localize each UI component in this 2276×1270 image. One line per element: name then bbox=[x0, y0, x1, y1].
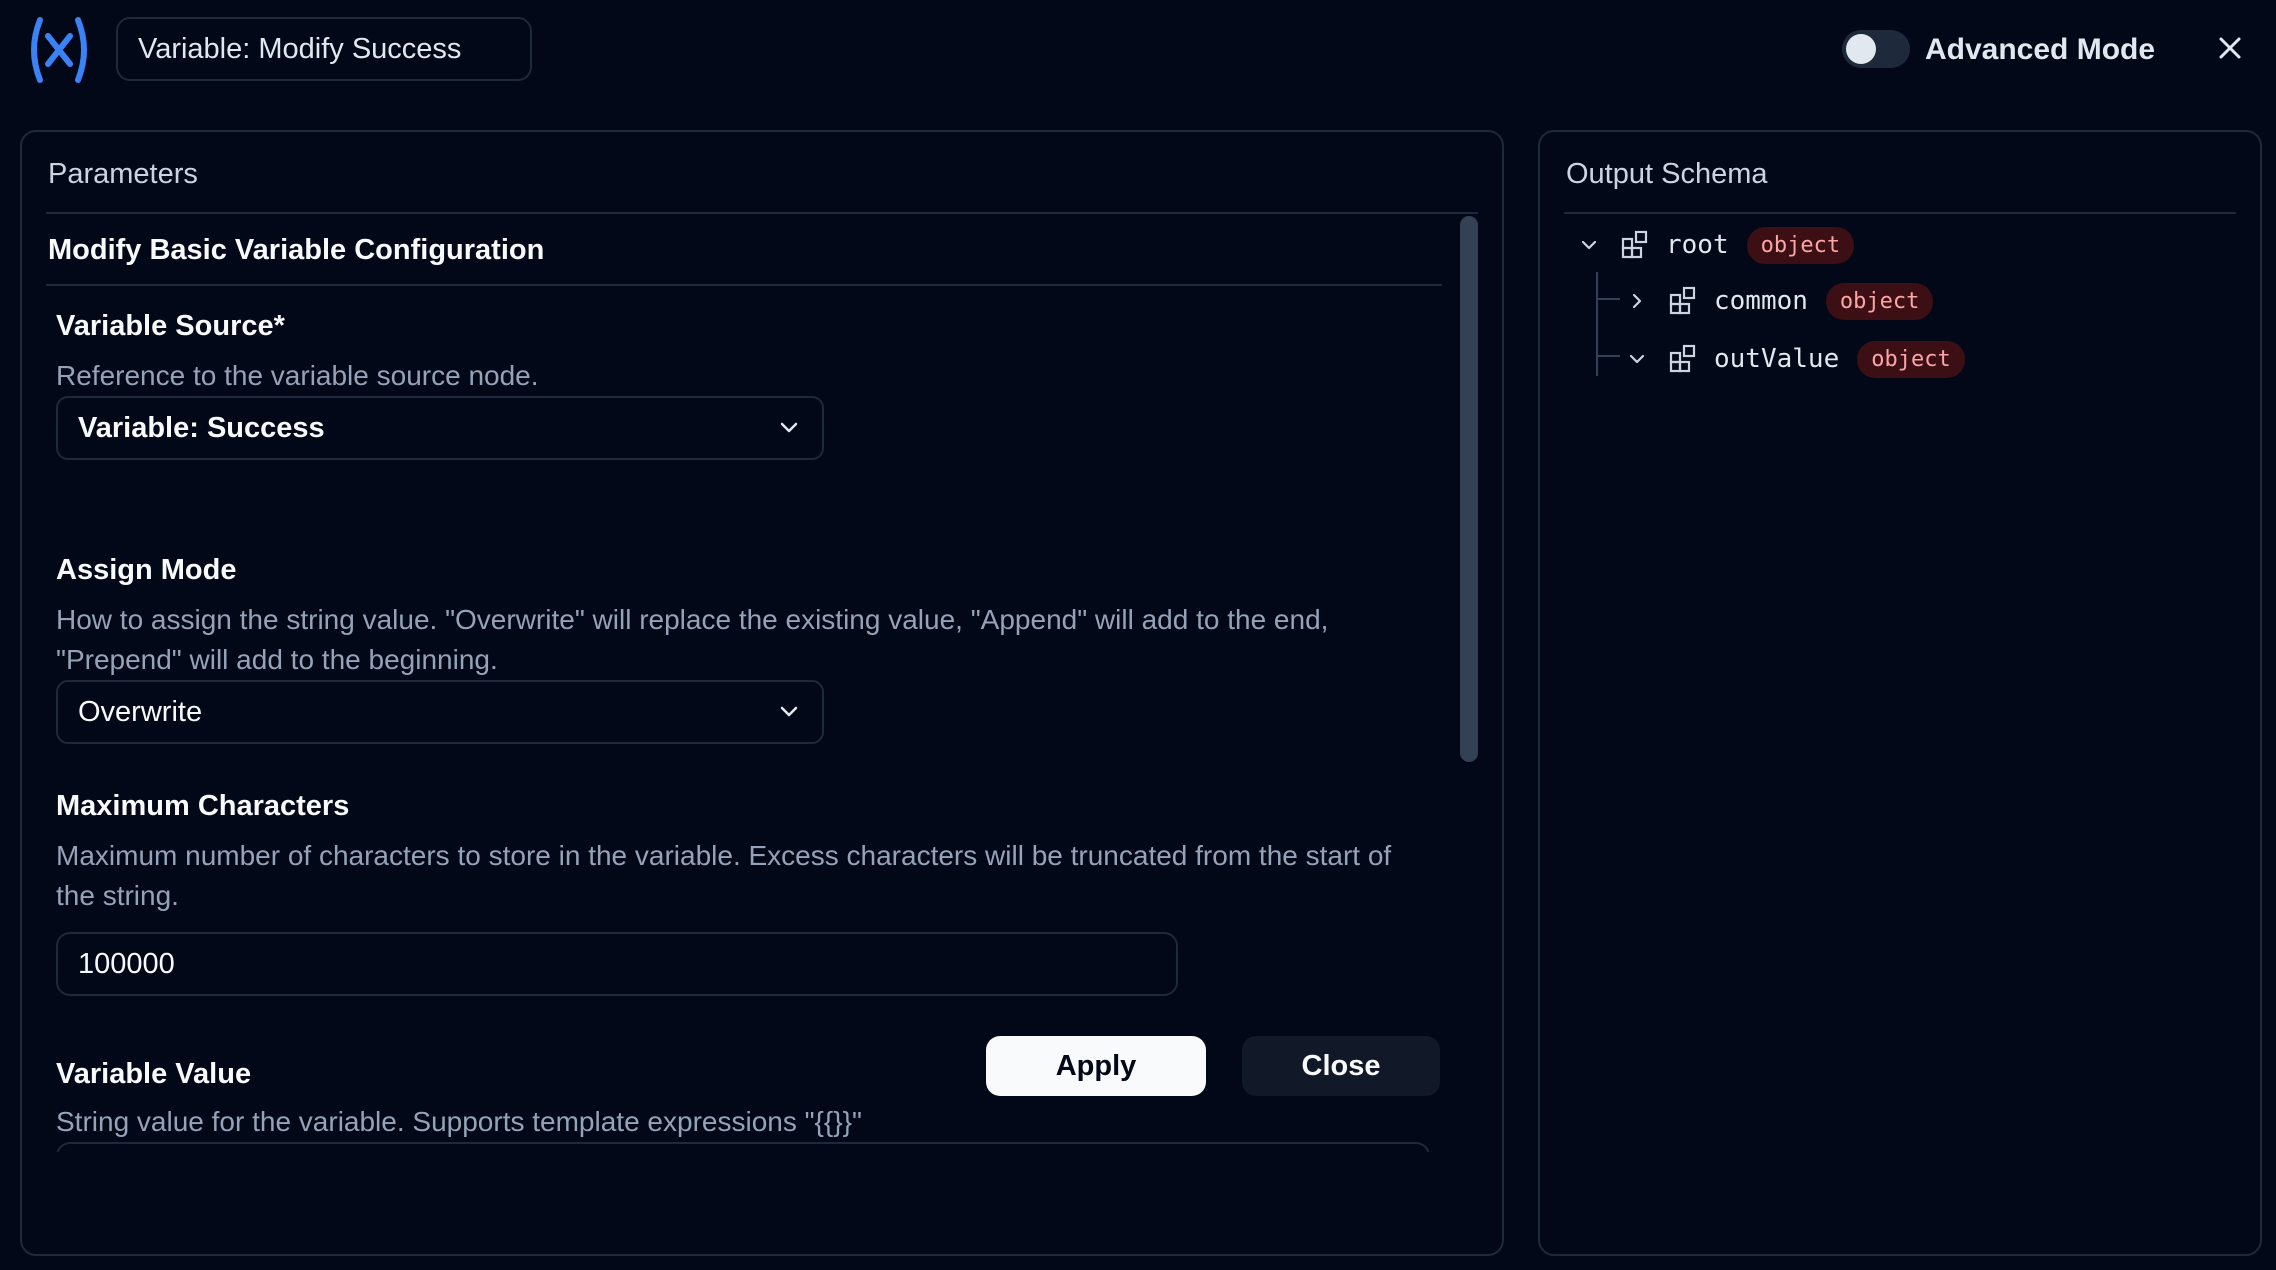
output-schema-title: Output Schema bbox=[1566, 158, 1768, 190]
divider bbox=[46, 212, 1478, 214]
max-chars-value: 100000 bbox=[78, 947, 175, 980]
chevron-down-icon[interactable] bbox=[1626, 348, 1648, 370]
object-icon bbox=[1621, 230, 1648, 259]
chevron-down-icon[interactable] bbox=[1578, 234, 1600, 256]
advanced-mode-toggle[interactable] bbox=[1842, 30, 1910, 68]
assign-mode-select[interactable]: Overwrite bbox=[56, 680, 824, 744]
tree-guide-line bbox=[1598, 355, 1620, 357]
assign-mode-label: Assign Mode bbox=[56, 554, 237, 586]
advanced-mode-label: Advanced Mode bbox=[1925, 33, 2156, 66]
dialog-footer bbox=[24, 1152, 1500, 1252]
schema-node-common[interactable]: common object bbox=[1626, 280, 1934, 322]
chevron-down-icon bbox=[780, 422, 798, 433]
type-badge: object bbox=[1825, 282, 1934, 320]
divider bbox=[46, 284, 1442, 286]
variable-icon bbox=[31, 17, 87, 83]
chevron-right-icon[interactable] bbox=[1626, 290, 1648, 312]
parameters-title: Parameters bbox=[48, 158, 198, 190]
dialog-header: Advanced Mode bbox=[0, 0, 2276, 110]
variable-value-label: Variable Value bbox=[56, 1058, 252, 1090]
variable-source-value: Variable: Success bbox=[78, 411, 325, 444]
object-icon bbox=[1669, 286, 1696, 315]
apply-button[interactable]: Apply bbox=[986, 1036, 1206, 1096]
variable-value-description: String value for the variable. Supports … bbox=[56, 1106, 862, 1137]
scrollbar[interactable] bbox=[1460, 216, 1478, 762]
variable-source-label: Variable Source* bbox=[56, 310, 285, 342]
section-title: Modify Basic Variable Configuration bbox=[48, 234, 545, 266]
max-chars-description: Maximum number of characters to store in… bbox=[56, 840, 1392, 911]
tree-guide-line bbox=[1596, 272, 1598, 376]
schema-node-root[interactable]: root object bbox=[1578, 224, 1855, 266]
type-badge: object bbox=[1857, 340, 1965, 378]
schema-key: root bbox=[1666, 230, 1729, 260]
assign-mode-value: Overwrite bbox=[78, 695, 203, 728]
object-icon bbox=[1669, 344, 1696, 373]
chevron-down-icon bbox=[780, 706, 798, 717]
divider bbox=[1564, 212, 2236, 214]
close-button[interactable]: Close bbox=[1242, 1036, 1440, 1096]
max-chars-input[interactable]: 100000 bbox=[56, 932, 1178, 996]
max-chars-label: Maximum Characters bbox=[56, 790, 350, 822]
output-schema-panel: Output Schema root object common object bbox=[1538, 130, 2262, 1256]
schema-key: outValue bbox=[1714, 344, 1840, 374]
tree-guide-line bbox=[1598, 298, 1620, 300]
schema-key: common bbox=[1714, 286, 1808, 316]
type-badge: object bbox=[1746, 226, 1855, 264]
assign-mode-description: How to assign the string value. "Overwri… bbox=[56, 604, 1329, 675]
variable-source-description: Reference to the variable source node. bbox=[56, 360, 539, 391]
close-icon[interactable] bbox=[2212, 30, 2248, 66]
toggle-knob bbox=[1846, 34, 1876, 64]
schema-node-outvalue[interactable]: outValue object bbox=[1626, 338, 1965, 380]
variable-source-select[interactable]: Variable: Success bbox=[56, 396, 824, 460]
node-title-input[interactable] bbox=[116, 17, 532, 81]
